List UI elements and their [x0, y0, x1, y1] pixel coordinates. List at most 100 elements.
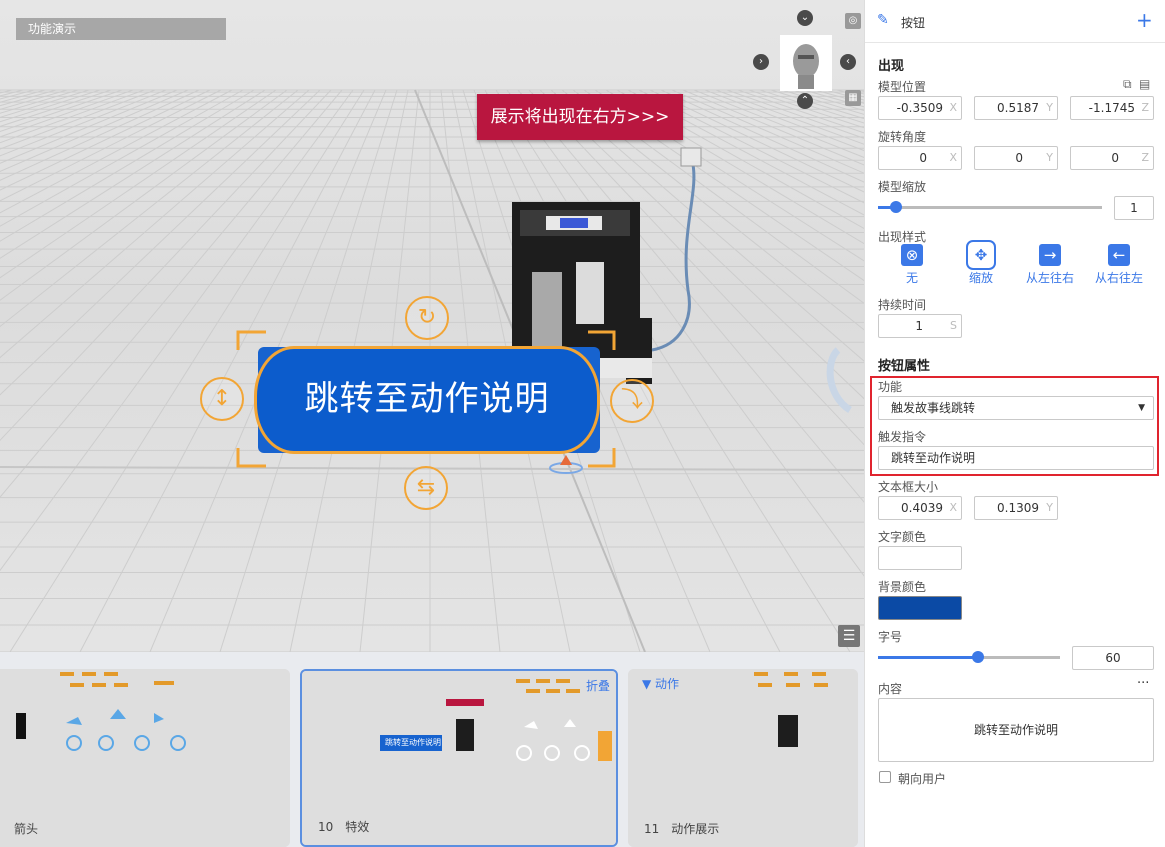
move-horizontal-icon[interactable]: ⇆: [404, 466, 448, 510]
grid-line: [0, 89, 244, 227]
copy-icon[interactable]: ⧉: [1123, 77, 1132, 92]
grid-line: [836, 89, 864, 98]
duration-label: 持续时间: [878, 298, 927, 312]
duration-input[interactable]: 1S: [878, 314, 962, 338]
keyboard-icon[interactable]: ▦: [845, 90, 861, 106]
style-right-to-left-option[interactable]: ← 从右往左: [1084, 244, 1154, 286]
grid-line: [0, 89, 255, 242]
grid-line: [0, 89, 112, 127]
scene-thumbnail[interactable]: 箭头: [0, 669, 290, 847]
more-icon[interactable]: ···: [1137, 676, 1149, 691]
grid-line: [0, 89, 46, 103]
content-textarea[interactable]: 跳转至动作说明: [878, 698, 1154, 762]
grid-line: [704, 89, 864, 152]
none-icon: ⊗: [901, 244, 923, 266]
grid-line: [0, 89, 277, 279]
scale-input[interactable]: 1: [1114, 196, 1154, 220]
textbox-width-input[interactable]: 0.4039 X: [878, 496, 962, 520]
grid-line: [0, 89, 24, 97]
grid-line: [0, 89, 189, 172]
fold-toggle[interactable]: 折叠: [586, 677, 610, 694]
flip-icon[interactable]: ⤵: [610, 379, 654, 423]
thumbnail-label: 箭头: [14, 822, 39, 836]
position-label: 模型位置: [878, 80, 927, 94]
position-z-input[interactable]: -1.1745 Z: [1070, 96, 1154, 120]
scale-label: 模型缩放: [878, 180, 927, 194]
text-color-label: 文字颜色: [878, 530, 927, 544]
appear-style-label: 出现样式: [878, 230, 927, 244]
textbox-height-input[interactable]: 0.1309 Y: [974, 496, 1058, 520]
thumbnail-label: 10 特效: [318, 820, 370, 834]
font-size-input[interactable]: 60: [1072, 646, 1154, 670]
grid-line: [0, 89, 178, 164]
add-icon[interactable]: +: [1136, 8, 1153, 32]
scale-slider[interactable]: [878, 201, 1102, 213]
paste-icon[interactable]: ▤: [1139, 77, 1150, 91]
scene-timeline: 箭头 跳转至动作说明 折叠 10 特效 ▼ 动作 11 动作展示: [0, 652, 864, 847]
thumbnail-preview: [0, 669, 290, 847]
grid-line: [737, 89, 864, 134]
chevron-down-icon[interactable]: ⌄: [797, 10, 813, 26]
rotation-y-input[interactable]: 0Y: [974, 146, 1058, 170]
scene-title: 功能演示: [16, 18, 226, 40]
rotation-z-input[interactable]: 0Z: [1070, 146, 1154, 170]
rotation-x-input[interactable]: 0X: [878, 146, 962, 170]
move-arrows-icon: ✥: [966, 240, 996, 270]
target-icon[interactable]: ◎: [845, 13, 861, 29]
rotation-label: 旋转角度: [878, 130, 927, 144]
style-left-to-right-option[interactable]: → 从左往右: [1015, 244, 1085, 286]
bg-color-label: 背景颜色: [878, 580, 927, 594]
view-cube-head[interactable]: [780, 35, 832, 91]
grid-line: [814, 89, 864, 104]
action-dropdown[interactable]: ▼ 动作: [642, 675, 679, 692]
scene-thumbnail-selected[interactable]: 跳转至动作说明 折叠 10 特效: [300, 669, 618, 847]
text-color-swatch[interactable]: [878, 546, 962, 570]
chevron-right-icon[interactable]: ›: [753, 54, 769, 70]
font-size-slider-knob[interactable]: [972, 651, 985, 663]
grid-line: [0, 89, 79, 114]
rotate-icon[interactable]: ↻: [405, 296, 449, 340]
face-user-label: 朝向用户: [898, 772, 947, 786]
font-size-slider[interactable]: [878, 651, 1060, 663]
grid-line: [693, 89, 864, 159]
grid-line: [0, 89, 101, 123]
arrow-left-icon: ←: [1108, 244, 1130, 266]
style-none-option[interactable]: ⊗ 无: [877, 244, 947, 286]
panel-title: 按钮: [901, 16, 926, 30]
resize-vertical-icon[interactable]: ↕: [200, 377, 244, 421]
mini-button-label: 跳转至动作说明: [385, 738, 441, 747]
list-icon[interactable]: ☰: [838, 625, 860, 647]
scene-jump-button[interactable]: 跳转至动作说明: [254, 346, 600, 454]
grid-line: [0, 89, 2, 91]
bg-color-swatch[interactable]: [878, 596, 962, 620]
grid-line: [682, 89, 864, 166]
content-label: 内容: [878, 682, 903, 696]
grid-line: [0, 89, 57, 107]
chevron-left-icon[interactable]: ‹: [840, 54, 856, 70]
grid-line: [0, 89, 233, 214]
grid-line: [0, 89, 200, 181]
grid-line: [0, 89, 211, 191]
position-x-input[interactable]: -0.3509 X: [878, 96, 962, 120]
scene-thumbnail[interactable]: ▼ 动作 11 动作展示: [628, 669, 858, 847]
button-props-title: 按钮属性: [878, 359, 931, 374]
chevron-up-icon[interactable]: ⌃: [797, 93, 813, 109]
appear-section-title: 出现: [878, 59, 905, 74]
scale-slider-knob[interactable]: [889, 201, 902, 213]
position-y-input[interactable]: 0.5187 Y: [974, 96, 1058, 120]
panel-header: ✎ 按钮 +: [865, 0, 1165, 43]
banner-label[interactable]: 展示将出现在右方>>>: [477, 94, 683, 140]
textbox-size-label: 文本框大小: [878, 480, 939, 494]
grid-line: [759, 89, 864, 124]
grid-line: [0, 89, 123, 133]
grid-line: [0, 89, 288, 301]
edit-icon[interactable]: ✎: [877, 12, 889, 28]
font-size-label: 字号: [878, 630, 903, 644]
style-scale-option[interactable]: ✥ 缩放: [946, 240, 1016, 286]
grid-line: [803, 89, 864, 108]
grid-line: [0, 89, 35, 100]
face-user-checkbox[interactable]: [879, 771, 891, 783]
3d-viewport[interactable]: 功能演示 展示将出现在右方>>> ⌄ ◎ › ‹ ⌃ ▦ 跳转至动作说明 ↻ ↕…: [0, 0, 864, 652]
grid-line: [715, 89, 864, 145]
highlight-frame: [870, 376, 1159, 476]
